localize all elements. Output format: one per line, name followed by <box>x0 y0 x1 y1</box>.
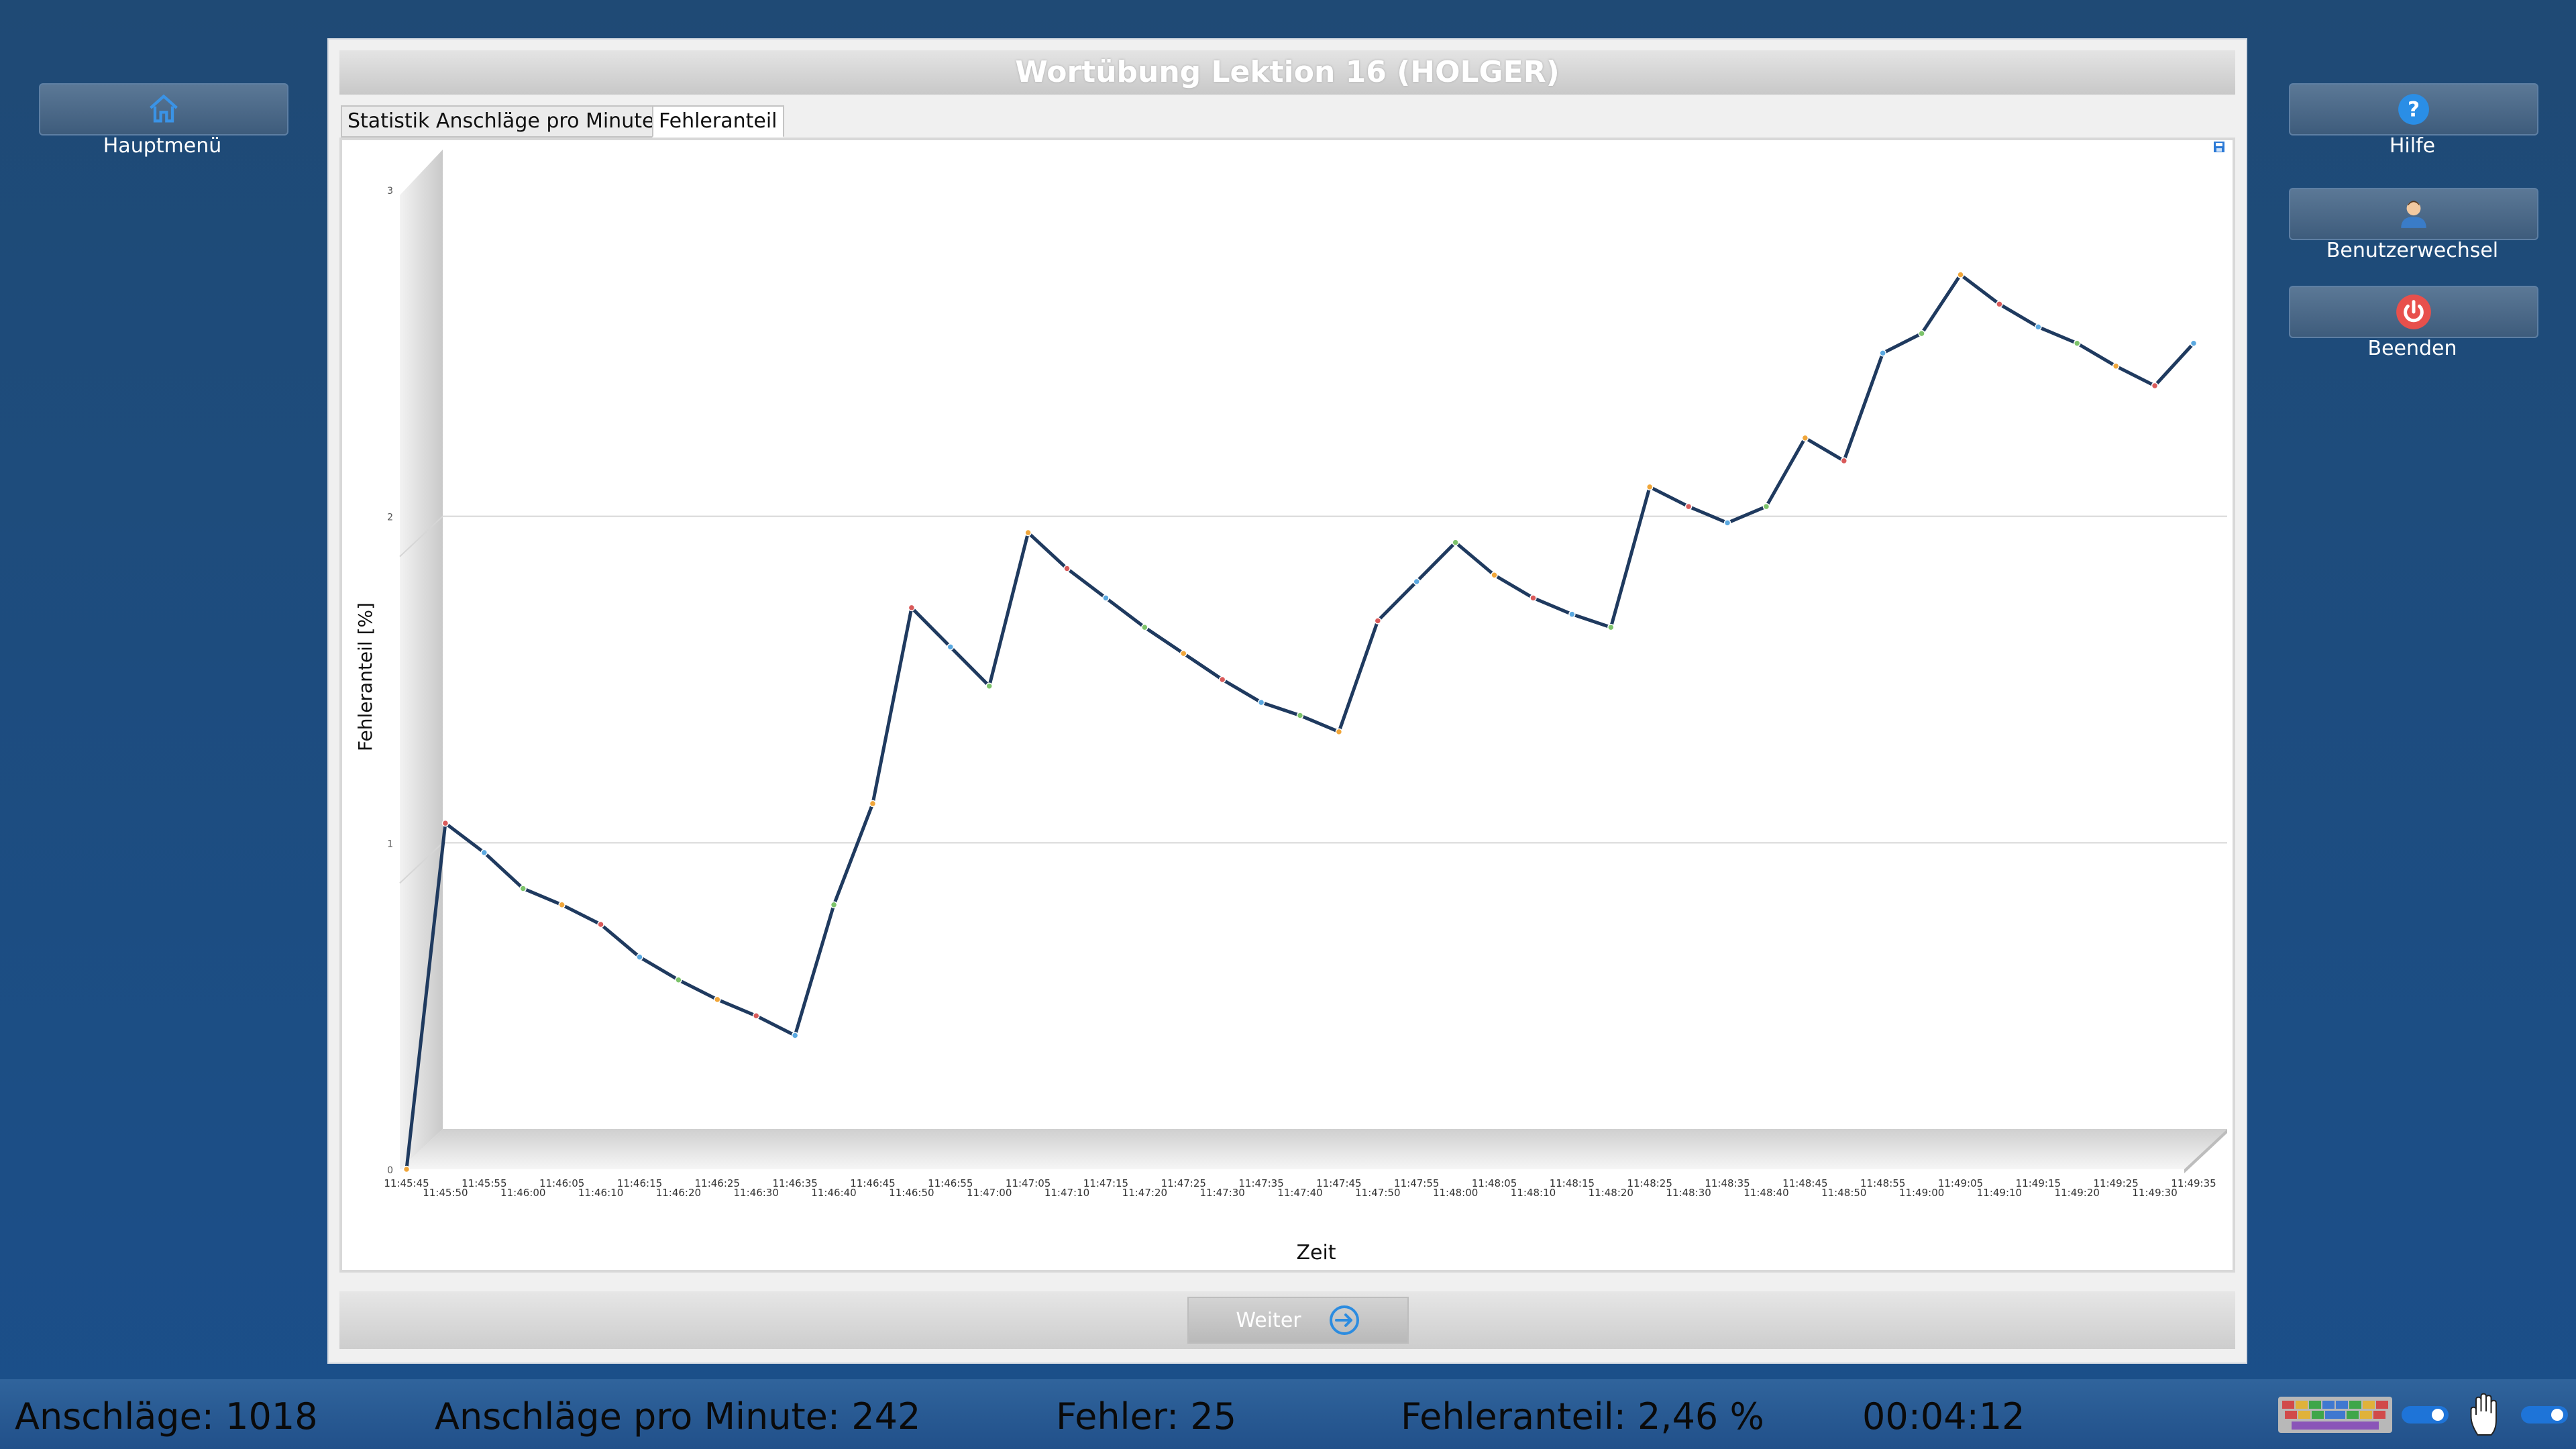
home-icon <box>150 94 178 123</box>
data-point <box>441 819 449 827</box>
data-point <box>1413 578 1420 586</box>
statistics-dialog: Wortübung Lektion 16 (HOLGER) Statistik … <box>327 38 2247 1364</box>
data-point <box>1801 434 1809 442</box>
help-icon: ? <box>2398 94 2429 125</box>
data-point <box>480 849 488 857</box>
data-point <box>908 604 916 612</box>
next-button[interactable]: Weiter <box>1187 1297 1409 1344</box>
data-point <box>597 920 604 928</box>
gridline <box>399 842 2227 884</box>
keystrokes-per-minute: Anschläge pro Minute: 242 <box>435 1395 921 1438</box>
gridline <box>399 515 2227 557</box>
data-point <box>714 996 721 1004</box>
data-point <box>1762 502 1770 511</box>
arrow-right-circle-icon <box>1329 1305 1359 1335</box>
data-point <box>1879 350 1886 357</box>
data-point <box>1840 457 1848 465</box>
data-point <box>1529 594 1537 602</box>
chart-panel: 0123 11:45:45 11:45:50 11:45:55 11:46:00 11:… <box>339 138 2235 1273</box>
data-point <box>1063 565 1071 572</box>
quit-label: Beenden <box>2367 337 2457 360</box>
home-button[interactable] <box>39 83 288 136</box>
user-icon <box>2401 201 2426 228</box>
data-point <box>1296 712 1304 719</box>
data-point <box>1568 610 1576 618</box>
data-point <box>1918 329 1925 337</box>
data-point <box>1996 301 2003 308</box>
toggle-hand-switch[interactable] <box>2521 1405 2568 1425</box>
chart-left-wall <box>400 150 443 1169</box>
data-point <box>1957 271 1964 278</box>
error-count: Fehler: 25 <box>1056 1395 1237 1438</box>
y-tick-label: 3 <box>387 186 393 197</box>
tab-error-rate[interactable]: Fehleranteil <box>652 105 784 138</box>
y-tick-label: 2 <box>387 513 393 523</box>
data-point <box>1024 529 1032 537</box>
data-point <box>2035 323 2042 331</box>
x-axis-title: Zeit <box>1296 1241 1336 1265</box>
data-point <box>636 953 643 961</box>
data-point <box>519 885 527 892</box>
data-point <box>1218 676 1226 684</box>
home-label: Hauptmenü <box>103 134 222 158</box>
y-tick-label: 0 <box>387 1165 393 1176</box>
svg-text:?: ? <box>2408 97 2420 121</box>
y-axis-title: Fehleranteil [%] <box>354 602 376 751</box>
data-point <box>1646 483 1654 491</box>
data-point <box>2074 339 2081 347</box>
save-chart-icon[interactable] <box>2214 142 2224 152</box>
dialog-footer: Weiter <box>339 1291 2235 1349</box>
chart-floor <box>400 1129 2227 1169</box>
data-point <box>830 901 838 909</box>
dialog-title: Wortübung Lektion 16 (HOLGER) <box>339 50 2235 95</box>
tab-kpm-statistics[interactable]: Statistik Anschläge pro Minute <box>341 105 661 138</box>
help-label: Hilfe <box>2389 134 2436 158</box>
data-point <box>2112 362 2120 370</box>
data-point <box>1257 698 1265 706</box>
help-button[interactable]: ? <box>2289 83 2538 136</box>
data-point <box>402 1165 411 1173</box>
data-point <box>558 901 566 909</box>
data-point <box>947 643 955 651</box>
data-point <box>869 800 877 808</box>
data-point <box>1180 649 1187 657</box>
data-point <box>1491 572 1498 579</box>
toggle-keyboard-switch[interactable] <box>2402 1405 2449 1425</box>
data-point <box>2190 339 2198 347</box>
data-point <box>675 976 682 983</box>
hand-icon <box>2470 1393 2497 1436</box>
data-point <box>1335 728 1343 736</box>
keystrokes-count: Anschläge: 1018 <box>15 1395 318 1438</box>
data-point <box>1141 623 1148 631</box>
data-point <box>1684 502 1693 511</box>
data-point <box>1102 594 1110 602</box>
y-tick-label: 1 <box>387 839 393 849</box>
data-point <box>1723 519 1731 527</box>
x-tick-label: 11:49:35 <box>2171 1177 2216 1189</box>
series-line <box>405 273 2195 1170</box>
error-rate-chart: 0123 11:45:4511:45:5011:45:5511:46:0011:… <box>354 142 2227 1265</box>
switch-user-button[interactable] <box>2289 188 2538 240</box>
switch-user-label: Benutzerwechsel <box>2326 239 2499 262</box>
next-label: Weiter <box>1236 1308 1301 1332</box>
data-point <box>752 1012 760 1020</box>
data-point <box>2151 382 2159 390</box>
status-bar: Anschläge: 1018 Anschläge pro Minute: 24… <box>0 1379 2576 1449</box>
power-icon <box>2396 294 2431 329</box>
data-point <box>1452 539 1459 546</box>
data-point <box>791 1032 799 1039</box>
data-point <box>985 682 993 690</box>
data-point <box>1607 623 1615 631</box>
data-point <box>1374 617 1382 625</box>
keyboard-icon[interactable] <box>2278 1397 2392 1433</box>
error-rate: Fehleranteil: 2,46 % <box>1401 1395 1764 1438</box>
quit-button[interactable] <box>2289 286 2538 338</box>
elapsed-time: 00:04:12 <box>1862 1395 2025 1438</box>
